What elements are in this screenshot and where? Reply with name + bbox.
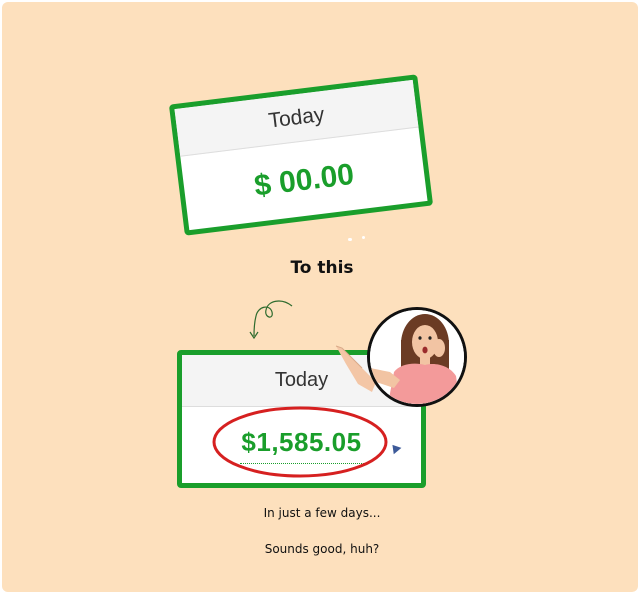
highlight-circle: [212, 406, 388, 478]
curly-arrow-icon: [249, 300, 293, 340]
earnings-card-before: Today $ 00.00: [168, 74, 434, 236]
sparkle-decoration: [362, 236, 365, 239]
sparkle-decoration: [348, 238, 352, 241]
surprised-woman-avatar: [367, 307, 467, 407]
caption-question: Sounds good, huh?: [264, 542, 380, 556]
transition-heading: To this: [290, 258, 354, 278]
caption-days: In just a few days...: [263, 506, 381, 520]
promo-panel: Today $ 00.00 To this Today $1,585.05 In…: [2, 2, 638, 592]
